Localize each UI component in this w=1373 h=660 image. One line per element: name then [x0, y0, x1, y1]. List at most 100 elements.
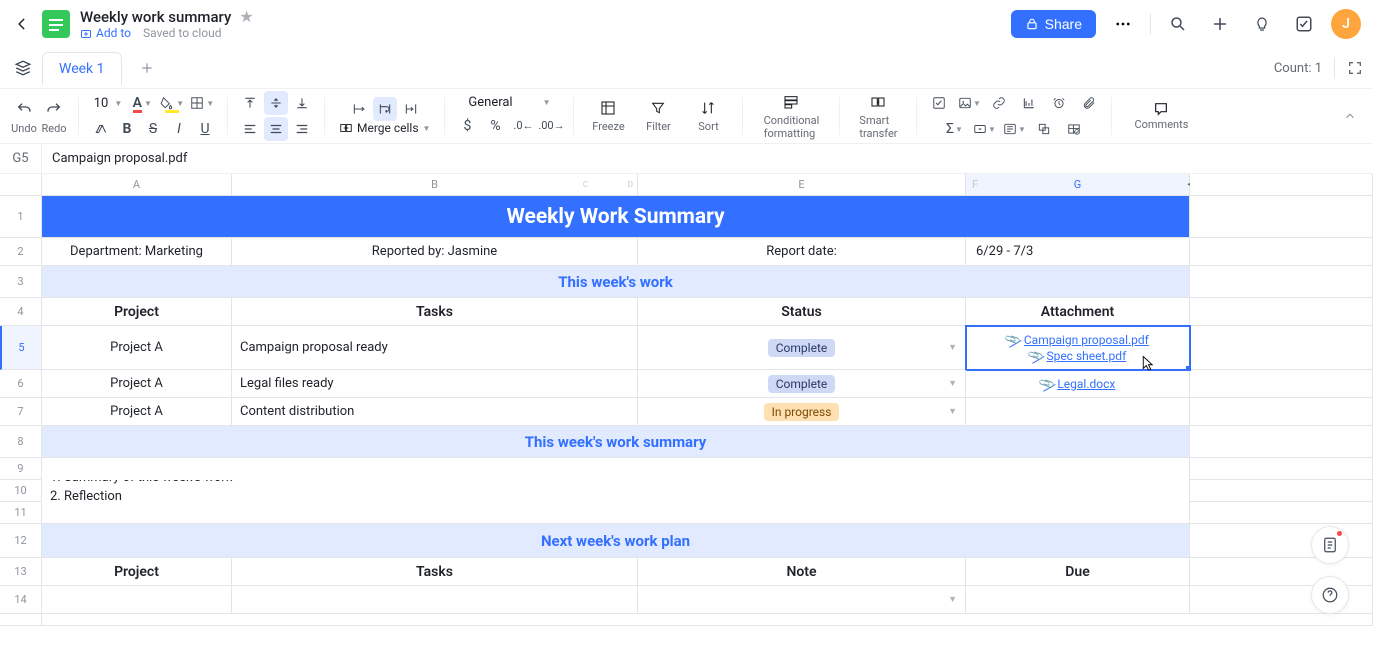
number-format-select[interactable]: General▼ — [460, 95, 558, 110]
more-menu-icon[interactable] — [1108, 9, 1138, 39]
section-this-week[interactable]: This week's work — [42, 266, 1190, 298]
floating-help-button[interactable] — [1311, 576, 1349, 614]
blank-cell[interactable] — [1190, 238, 1373, 266]
checkbox-insert-icon[interactable] — [927, 91, 951, 115]
comments-button[interactable]: Comments — [1120, 89, 1202, 143]
protected-cell-icon[interactable] — [1062, 117, 1086, 141]
valign-bottom-button[interactable] — [290, 91, 314, 115]
hdr2-note[interactable]: Note — [638, 558, 966, 586]
section-summary[interactable]: This week's work summary — [42, 426, 1190, 458]
freeze-button[interactable]: Freeze — [584, 99, 632, 133]
valign-middle-button[interactable] — [264, 91, 288, 115]
sort-button[interactable]: Sort — [684, 99, 732, 133]
blank-cell[interactable] — [1190, 502, 1373, 524]
row-header-12[interactable]: 12 — [0, 524, 42, 558]
row-header-2[interactable]: 2 — [0, 238, 42, 266]
filter-button[interactable]: Filter — [634, 99, 682, 133]
col-header-blank[interactable] — [1190, 174, 1373, 196]
cell-A6[interactable]: Project A — [42, 370, 232, 398]
col-header-G[interactable]: FG — [966, 174, 1190, 196]
hdr-tasks[interactable]: Tasks — [232, 298, 638, 326]
merge-cells-button[interactable]: Merge cells▼ — [335, 121, 434, 135]
cell-G7[interactable] — [966, 398, 1190, 426]
valign-top-button[interactable] — [238, 91, 262, 115]
blank-cell[interactable] — [1190, 480, 1373, 502]
fullscreen-icon[interactable] — [1347, 60, 1363, 76]
cell-E5[interactable]: Complete ▼ — [638, 326, 966, 370]
blank-cell[interactable] — [1190, 426, 1373, 458]
hdr2-tasks[interactable]: Tasks — [232, 558, 638, 586]
status-dropdown-icon[interactable]: ▼ — [948, 406, 957, 417]
halign-right-button[interactable] — [290, 117, 314, 141]
blank-cell[interactable] — [1190, 266, 1373, 298]
section-next-week[interactable]: Next week's work plan — [42, 524, 1190, 558]
reminder-icon[interactable] — [1047, 91, 1071, 115]
cell-B7[interactable]: Content distribution — [232, 398, 638, 426]
col-header-B[interactable]: B C D — [232, 174, 638, 196]
report-date-value-cell[interactable]: 6/29 - 7/3 — [966, 238, 1190, 266]
row-header-13[interactable]: 13 — [0, 558, 42, 586]
row-header-3[interactable]: 3 — [0, 266, 42, 298]
row-header-11[interactable]: 11 — [0, 502, 42, 524]
collapse-toolbar-icon[interactable] — [1335, 89, 1365, 143]
user-avatar[interactable]: J — [1331, 9, 1361, 39]
lightbulb-icon[interactable] — [1247, 9, 1277, 39]
row-header-4[interactable]: 4 — [0, 298, 42, 326]
percent-button[interactable]: % — [483, 114, 507, 138]
col-header-A[interactable]: A — [42, 174, 232, 196]
smart-transfer-button[interactable]: Smarttransfer — [848, 89, 908, 143]
cell-reference-box[interactable]: G5 — [0, 144, 42, 173]
row-header-14[interactable]: 14 — [0, 586, 42, 614]
row-header-1[interactable]: 1 — [0, 196, 42, 238]
image-insert-icon[interactable]: ▼ — [957, 91, 981, 115]
dropdown-insert-icon[interactable]: ▼ — [972, 117, 996, 141]
col-header-E[interactable]: E — [638, 174, 966, 196]
cell-A5[interactable]: Project A — [42, 326, 232, 370]
select-all-corner[interactable] — [0, 174, 42, 196]
row-header-blank[interactable] — [0, 614, 42, 626]
conditional-formatting-button[interactable]: Conditionalformatting — [751, 89, 831, 143]
italic-button[interactable]: I — [167, 117, 191, 141]
cell-B5[interactable]: Campaign proposal ready — [232, 326, 638, 370]
find-replace-icon[interactable] — [1032, 117, 1056, 141]
bold-button[interactable]: B — [115, 117, 139, 141]
notes-cell[interactable]: 1. Summary of this week's work 2. Reflec… — [42, 480, 1190, 502]
row-header-7[interactable]: 7 — [0, 398, 42, 426]
cell-E7[interactable]: In progress ▼ — [638, 398, 966, 426]
notes-cell-blank[interactable] — [42, 458, 1190, 480]
hdr2-due[interactable]: Due — [966, 558, 1190, 586]
spreadsheet-grid[interactable]: A B C D E FG 1 Weekly Work Summary 2 Dep… — [0, 174, 1373, 660]
text-color-button[interactable]: A▼ — [128, 91, 156, 115]
undo-button[interactable] — [10, 97, 38, 121]
attachment-link[interactable]: 📎Campaign proposal.pdf — [1006, 333, 1149, 347]
reported-by-cell[interactable]: Reported by: Jasmine — [232, 238, 638, 266]
attachment-icon[interactable] — [1077, 91, 1101, 115]
formula-input[interactable]: Campaign proposal.pdf — [42, 151, 1373, 166]
title-cell[interactable]: Weekly Work Summary — [42, 196, 1190, 238]
redo-button[interactable] — [40, 97, 68, 121]
data-validation-icon[interactable]: ▼ — [1002, 117, 1026, 141]
row-header-10[interactable]: 10 — [0, 480, 42, 502]
notes-cell-end[interactable] — [42, 502, 1190, 524]
blank-cell[interactable] — [1190, 558, 1373, 586]
floating-notes-button[interactable] — [1311, 526, 1349, 564]
cell-E14[interactable]: ▼ — [638, 586, 966, 614]
cell-A7[interactable]: Project A — [42, 398, 232, 426]
cell-B6[interactable]: Legal files ready — [232, 370, 638, 398]
cell-B14[interactable] — [232, 586, 638, 614]
cell-G5[interactable]: 📎Campaign proposal.pdf 📎Spec sheet.pdf — [966, 326, 1190, 370]
hdr-status[interactable]: Status — [638, 298, 966, 326]
hdr-project[interactable]: Project — [42, 298, 232, 326]
add-to-button[interactable]: Add to — [80, 26, 131, 40]
status-dropdown-icon[interactable]: ▼ — [948, 342, 957, 353]
clear-format-button[interactable] — [89, 117, 113, 141]
search-icon[interactable] — [1163, 9, 1193, 39]
blank-row[interactable] — [42, 614, 1373, 626]
blank-cell[interactable] — [1190, 326, 1373, 370]
row-header-9[interactable]: 9 — [0, 458, 42, 480]
add-sheet-button[interactable] — [134, 55, 160, 81]
new-icon[interactable] — [1205, 9, 1235, 39]
attachment-link[interactable]: 📎Legal.docx — [1040, 377, 1116, 391]
cell-E6[interactable]: Complete ▼ — [638, 370, 966, 398]
fill-color-button[interactable]: ▼ — [158, 91, 186, 115]
